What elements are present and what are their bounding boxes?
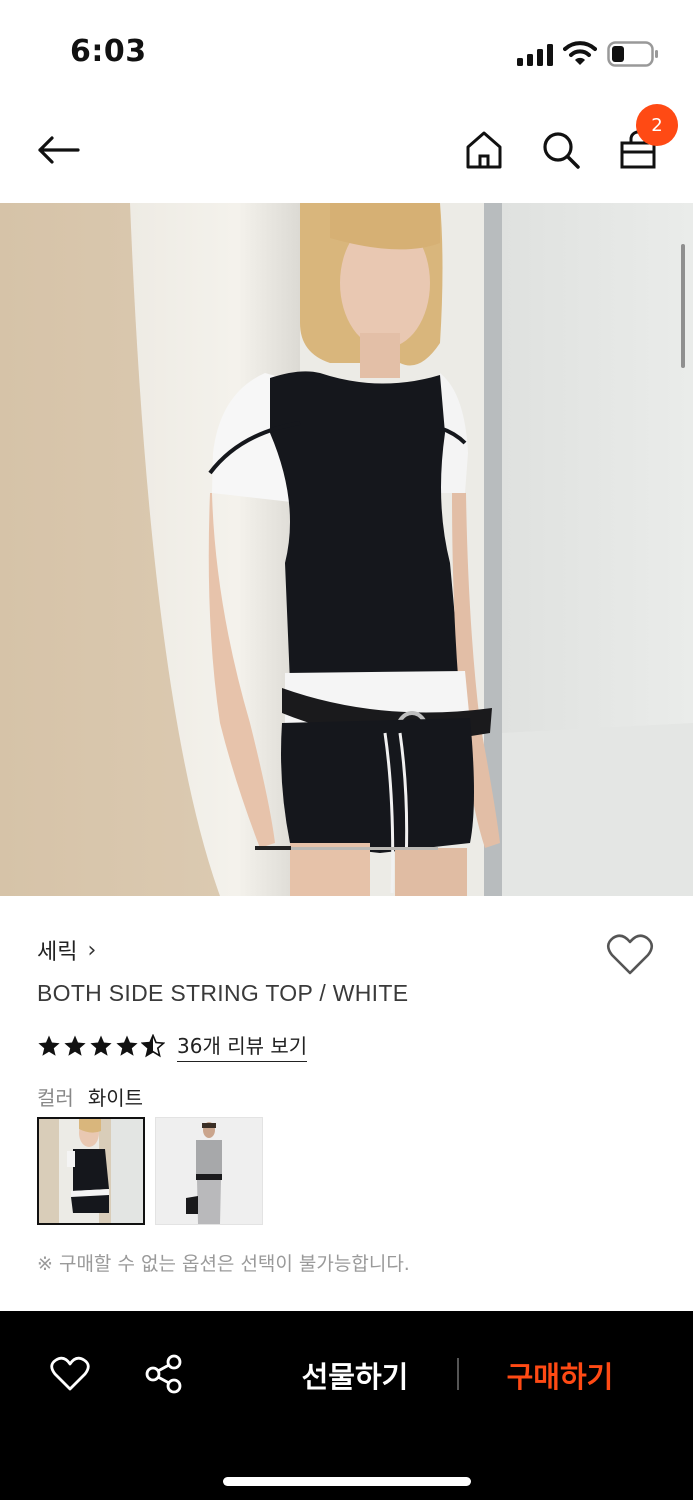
- color-label: 컬러: [37, 1086, 74, 1110]
- color-value: 화이트: [87, 1086, 144, 1110]
- image-carousel-position: [255, 846, 291, 850]
- white-variant-swatch[interactable]: [37, 1117, 145, 1225]
- back-button[interactable]: [34, 126, 82, 174]
- swatch-thumbnail-white: [39, 1119, 143, 1223]
- scrollbar[interactable]: [681, 244, 685, 368]
- arrow-left-icon: [38, 136, 80, 164]
- cellular-signal-icon: [517, 44, 553, 66]
- top-nav-bar: [0, 100, 693, 200]
- search-button[interactable]: [537, 126, 585, 174]
- heart-icon: [50, 1356, 90, 1391]
- rating-stars: [37, 1034, 165, 1058]
- battery-icon: [607, 41, 658, 67]
- buy-button[interactable]: 구매하기: [495, 1353, 625, 1397]
- share-icon: [145, 1354, 182, 1394]
- gift-button[interactable]: 선물하기: [290, 1353, 420, 1397]
- cart-count-badge: 2: [636, 104, 678, 146]
- star-full-icon: [116, 1035, 138, 1056]
- bottom-action-bar: [0, 1311, 693, 1500]
- star-full-icon: [90, 1035, 112, 1056]
- home-indicator[interactable]: [223, 1477, 471, 1486]
- reviews-link[interactable]: 36개 리뷰 보기: [177, 1030, 308, 1062]
- share-button[interactable]: [142, 1352, 186, 1396]
- bottom-wishlist-button[interactable]: [48, 1352, 92, 1396]
- gray-variant-swatch[interactable]: [155, 1117, 263, 1225]
- bottom-bar-divider: [457, 1358, 459, 1390]
- star-half-icon: [141, 1034, 165, 1058]
- heart-outline-icon: [606, 934, 654, 975]
- star-full-icon: [64, 1035, 86, 1056]
- wishlist-button[interactable]: [606, 933, 654, 977]
- home-icon: [466, 131, 502, 169]
- product-photo-illustration: [0, 203, 693, 896]
- brand-link[interactable]: 세릭 ›: [37, 934, 96, 966]
- star-full-icon: [38, 1035, 60, 1056]
- brand-name: 세릭: [37, 940, 78, 965]
- status-bar: 6:03: [0, 0, 693, 100]
- search-icon: [543, 132, 580, 169]
- wifi-icon: [563, 41, 597, 65]
- product-title: BOTH SIDE STRING TOP / WHITE: [37, 980, 409, 1006]
- swatch-thumbnail-gray: [156, 1118, 262, 1224]
- chevron-right-icon: ›: [87, 937, 97, 963]
- status-time: 6:03: [70, 34, 147, 69]
- home-button[interactable]: [460, 126, 508, 174]
- rating-row: 36개 리뷰 보기: [37, 1030, 308, 1062]
- product-image[interactable]: [0, 203, 693, 896]
- option-notice: ※ 구매할 수 없는 옵션은 선택이 불가능합니다.: [37, 1253, 410, 1275]
- color-option-row: 컬러 화이트: [37, 1082, 143, 1111]
